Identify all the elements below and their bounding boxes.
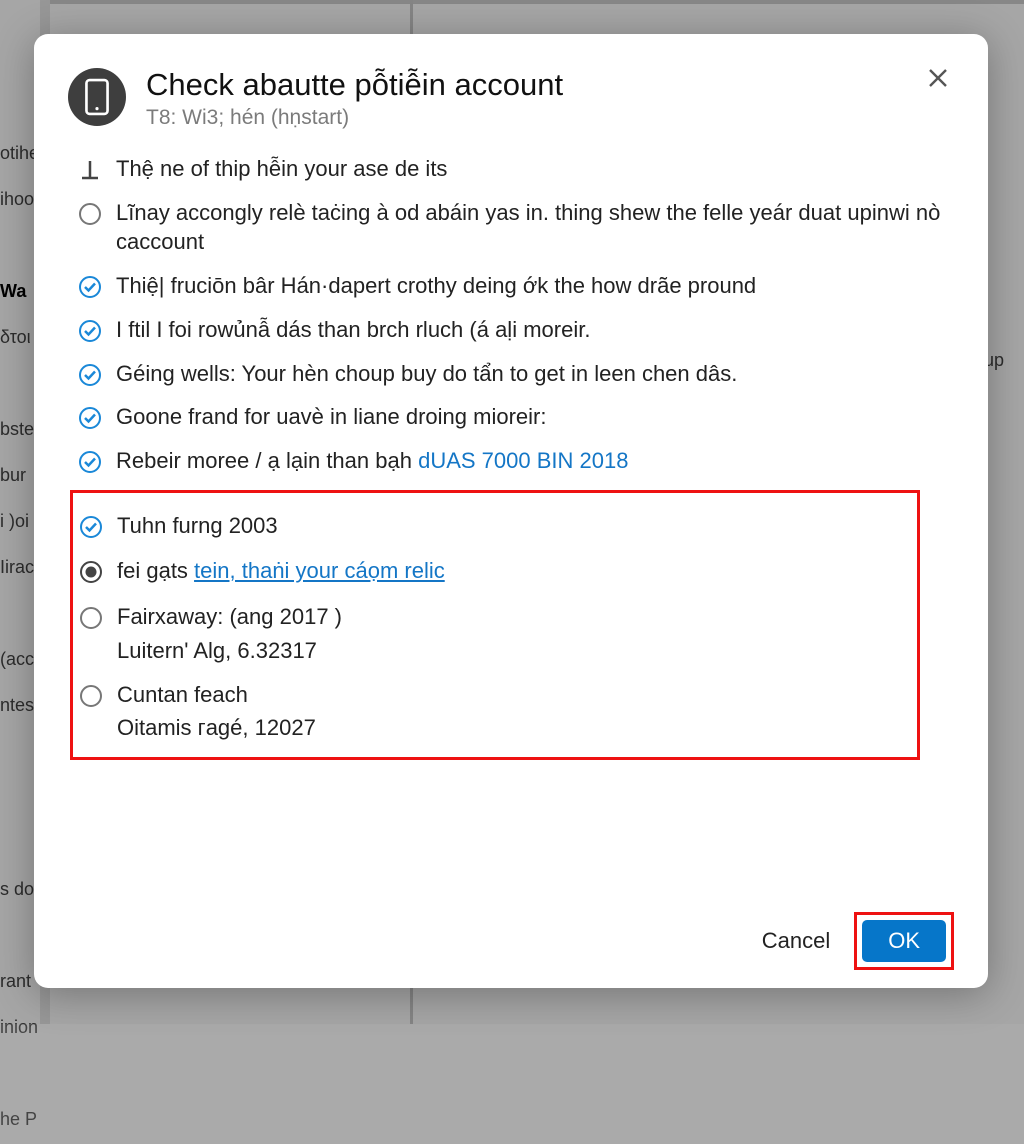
radio-icon (78, 202, 102, 226)
highlighted-section: Tuhn furng 2003 fei gạts tein, thaṅi you… (70, 490, 920, 761)
check-icon (78, 450, 102, 474)
list-item[interactable]: Fairxaway: (ang 2017 ) (79, 602, 911, 632)
list-item: Géing wells: Your hèn choup buy do tẩn t… (78, 359, 950, 389)
check-account-dialog: Check abautte pỗtiễin account T8: Wi3; h… (34, 34, 988, 988)
inline-link[interactable]: dUAS 7000 BIN 2018 (418, 448, 628, 473)
list-item[interactable]: Lĩnay accongly relè taċing à od abáin ya… (78, 198, 950, 257)
radio-icon (79, 606, 103, 630)
close-button[interactable] (922, 62, 954, 94)
list-item[interactable]: fei gạts tein, thaṅi your cáọm relic (79, 556, 911, 586)
list-item-subtext: Luitern' Alg, 6.32317 (117, 638, 911, 664)
bg-sidebar-item: he P (0, 1098, 40, 1144)
list-item-text: Tuhn furng 2003 (117, 511, 911, 541)
list-item-text: Rebeir moree / ạ lạin than bạh dUAS 7000… (116, 446, 950, 476)
inline-link[interactable]: tein, thaṅi your cáọm relic (194, 558, 445, 583)
list-item-text: Thiệ| fruciōn bâr Hán·dapert crothy dein… (116, 271, 950, 301)
dialog-title: Check abautte pỗtiễin account (146, 68, 902, 102)
check-icon (78, 275, 102, 299)
list-item-text: Géing wells: Your hèn choup buy do tẩn t… (116, 359, 950, 389)
list-item: Thệ ne of thip hễin your ase de its (78, 154, 950, 184)
list-item-text: Thệ ne of thip hễin your ase de its (116, 154, 950, 184)
dialog-header: Check abautte pỗtiễin account T8: Wi3; h… (68, 68, 954, 130)
list-item: Rebeir moree / ạ lạin than bạh dUAS 7000… (78, 446, 950, 476)
radio-selected-icon (79, 560, 103, 584)
check-icon (78, 319, 102, 343)
list-item-subtext: Oitamis ᴦagé, 12027 (117, 715, 911, 741)
list-item: Thiệ| fruciōn bâr Hán·dapert crothy dein… (78, 271, 950, 301)
list-item-text: I ftil I foi rowủnẫ dás than brch rluch … (116, 315, 950, 345)
dialog-footer: Cancel OK (68, 900, 954, 970)
ok-highlight: OK (854, 912, 954, 970)
list-item-text: fei gạts tein, thaṅi your cáọm relic (117, 556, 911, 586)
check-icon (79, 515, 103, 539)
dialog-subtitle: T8: Wi3; hén (hṇstart) (146, 106, 902, 130)
line-icon (78, 158, 102, 182)
list-item-text: Cuntan feach (117, 680, 911, 710)
list-item: Goone frand for uavè in liane droing mio… (78, 402, 950, 432)
list-item-text: Goone frand for uavè in liane droing mio… (116, 402, 950, 432)
radio-icon (79, 684, 103, 708)
dialog-body: Thệ ne of thip hễin your ase de its Lĩna… (68, 154, 954, 900)
list-item: I ftil I foi rowủnẫ dás than brch rluch … (78, 315, 950, 345)
check-icon (78, 406, 102, 430)
bg-sidebar-item (0, 1052, 40, 1098)
list-item-text: Fairxaway: (ang 2017 ) (117, 602, 911, 632)
list-item-text: Lĩnay accongly relè taċing à od abáin ya… (116, 198, 950, 257)
cancel-button[interactable]: Cancel (740, 918, 852, 964)
check-icon (78, 363, 102, 387)
device-icon (68, 68, 126, 126)
list-item[interactable]: Cuntan feach (79, 680, 911, 710)
ok-button[interactable]: OK (862, 920, 946, 962)
list-item: Tuhn furng 2003 (79, 511, 911, 541)
